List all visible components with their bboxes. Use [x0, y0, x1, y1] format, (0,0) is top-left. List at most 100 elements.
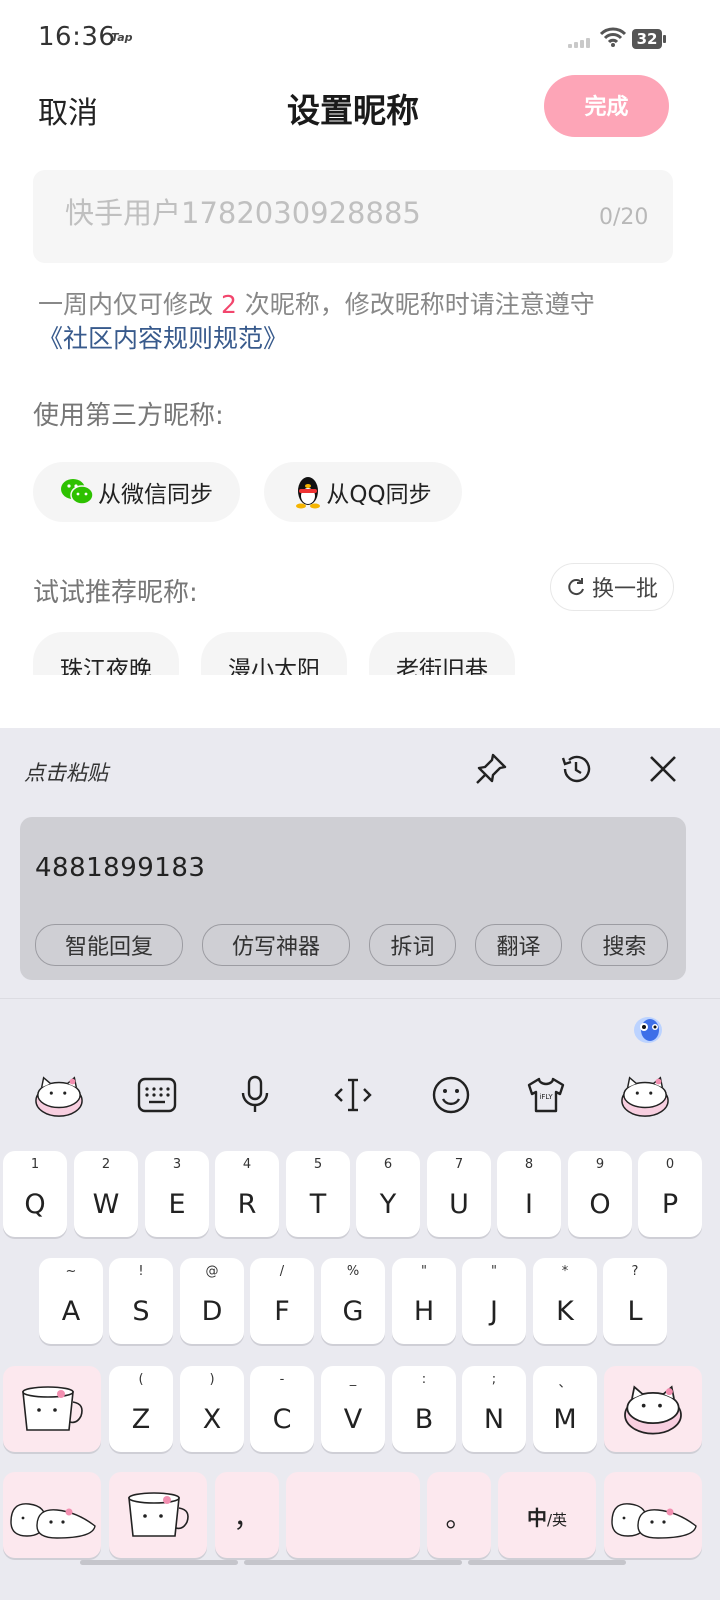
key-label: H [413, 1296, 435, 1327]
refresh-label: 换一批 [591, 577, 658, 602]
key-label: M [553, 1404, 577, 1435]
key-secondary: 3 [172, 1157, 182, 1172]
enter-key[interactable] [604, 1472, 702, 1558]
key-l[interactable]: ? L [603, 1258, 667, 1344]
emoji-icon[interactable] [426, 1070, 476, 1120]
period-key[interactable]: 。 [427, 1472, 491, 1558]
key-label: B [414, 1404, 434, 1435]
key-t[interactable]: 5T [286, 1151, 350, 1237]
key-secondary: 7 [454, 1157, 464, 1172]
key-label: J [490, 1296, 498, 1327]
key-label: Y [379, 1189, 397, 1220]
donut-kitty-icon[interactable] [34, 1070, 84, 1120]
hint-text-1: 一周内仅可修改 [38, 290, 221, 319]
key-a[interactable]: ~ A [39, 1258, 103, 1344]
search-button[interactable]: 搜索 [581, 924, 668, 966]
translate-button[interactable]: 翻译 [475, 924, 562, 966]
qq-penguin-icon [296, 477, 321, 509]
third-party-label: 使用第三方昵称: [33, 401, 224, 431]
key-secondary: ) [209, 1372, 215, 1387]
shift-key[interactable] [3, 1366, 101, 1452]
key-d[interactable]: @ D [180, 1258, 244, 1344]
key-z[interactable]: (Z [109, 1366, 173, 1452]
key-label: D [201, 1296, 223, 1327]
key-j[interactable]: " J [462, 1258, 526, 1344]
assistant-mascot-icon[interactable] [630, 1010, 666, 1046]
wechat-icon [61, 479, 94, 505]
key-secondary: 、 [558, 1376, 572, 1391]
key-w[interactable]: 2W [74, 1151, 138, 1237]
refresh-button[interactable]: 换一批 [550, 563, 674, 611]
microphone-icon[interactable] [230, 1070, 280, 1120]
rewrite-button[interactable]: 仿写神器 [202, 924, 350, 966]
key-x[interactable]: ) X [180, 1366, 244, 1452]
key-v[interactable]: _ V [321, 1366, 385, 1452]
symbol-key[interactable] [3, 1472, 101, 1558]
history-icon[interactable] [559, 752, 593, 786]
key-label: Q [24, 1189, 46, 1220]
recommend-name[interactable]: 漫小太阳 [201, 632, 347, 675]
key-r[interactable]: 4R [215, 1151, 279, 1237]
split-words-button[interactable]: 拆词 [369, 924, 456, 966]
key-secondary: ! [138, 1264, 144, 1279]
nav-indicator [80, 1560, 238, 1565]
qq-sync-button[interactable]: 从QQ同步 [264, 462, 462, 522]
key-c[interactable]: -C [250, 1366, 314, 1452]
key-m[interactable]: 、 M [533, 1366, 597, 1452]
skin-shirt-icon[interactable]: iFLY [521, 1070, 571, 1120]
key-n[interactable]: ; N [462, 1366, 526, 1452]
wechat-sync-button[interactable]: 从微信同步 [33, 462, 240, 522]
key-label: Z [131, 1404, 151, 1435]
key-label: ， [233, 1503, 261, 1534]
nickname-input[interactable] [65, 196, 575, 230]
key-u[interactable]: 7U [427, 1151, 491, 1237]
key-y[interactable]: 6Y [356, 1151, 420, 1237]
svg-text:iFLY: iFLY [539, 1093, 553, 1101]
language-label: 中/英 [498, 1502, 596, 1531]
kitty-cup-icon [22, 1386, 83, 1431]
key-secondary: 6 [383, 1157, 393, 1172]
key-o[interactable]: 9O [568, 1151, 632, 1237]
close-icon[interactable] [648, 754, 678, 784]
hint-text-2: 次昵称，修改昵称时请注意遵守 [236, 290, 595, 319]
kitty-cup-icon [128, 1492, 189, 1537]
key-p[interactable]: 0P [638, 1151, 702, 1237]
battery-icon: 32 [632, 29, 662, 49]
key-f[interactable]: / F [250, 1258, 314, 1344]
key-g[interactable]: % G [321, 1258, 385, 1344]
backspace-key[interactable] [604, 1366, 702, 1452]
key-s[interactable]: ! S [109, 1258, 173, 1344]
key-i[interactable]: 8I [497, 1151, 561, 1237]
key-e[interactable]: 3E [145, 1151, 209, 1237]
key-h[interactable]: " H [392, 1258, 456, 1344]
status-time: 16:36 [38, 22, 116, 52]
recommend-name[interactable]: 珠江夜晚 [33, 632, 179, 675]
number-key[interactable] [109, 1472, 207, 1558]
comma-key[interactable]: ， [215, 1472, 279, 1558]
donut-kitty-icon [624, 1385, 682, 1435]
key-q[interactable]: 1Q [3, 1151, 67, 1237]
space-key[interactable] [286, 1472, 420, 1558]
community-rules-link[interactable]: 《社区内容规则规范》 [38, 324, 288, 353]
language-switch-key[interactable]: 中/英 [498, 1472, 596, 1558]
key-secondary: % [346, 1264, 360, 1279]
keyboard-icon[interactable] [132, 1070, 182, 1120]
done-button[interactable]: 完成 [544, 75, 669, 137]
pin-icon[interactable] [474, 752, 508, 786]
key-secondary: " [491, 1264, 497, 1279]
key-k[interactable]: * K [533, 1258, 597, 1344]
tap-indicator: Tap [111, 31, 133, 44]
divider [0, 998, 720, 999]
key-label: P [661, 1189, 679, 1220]
key-label: E [168, 1189, 186, 1220]
key-b[interactable]: :B [392, 1366, 456, 1452]
kitty-slipper-icon [611, 1503, 697, 1539]
smart-reply-button[interactable]: 智能回复 [35, 924, 183, 966]
donut-kitty-icon[interactable] [620, 1070, 670, 1120]
recommend-name[interactable]: 老街旧巷 [369, 632, 515, 675]
key-label: T [309, 1189, 327, 1220]
qq-sync-label: 从QQ同步 [326, 482, 432, 508]
cursor-move-icon[interactable] [328, 1070, 378, 1120]
key-secondary: 4 [242, 1157, 252, 1172]
key-secondary: : [421, 1372, 427, 1387]
